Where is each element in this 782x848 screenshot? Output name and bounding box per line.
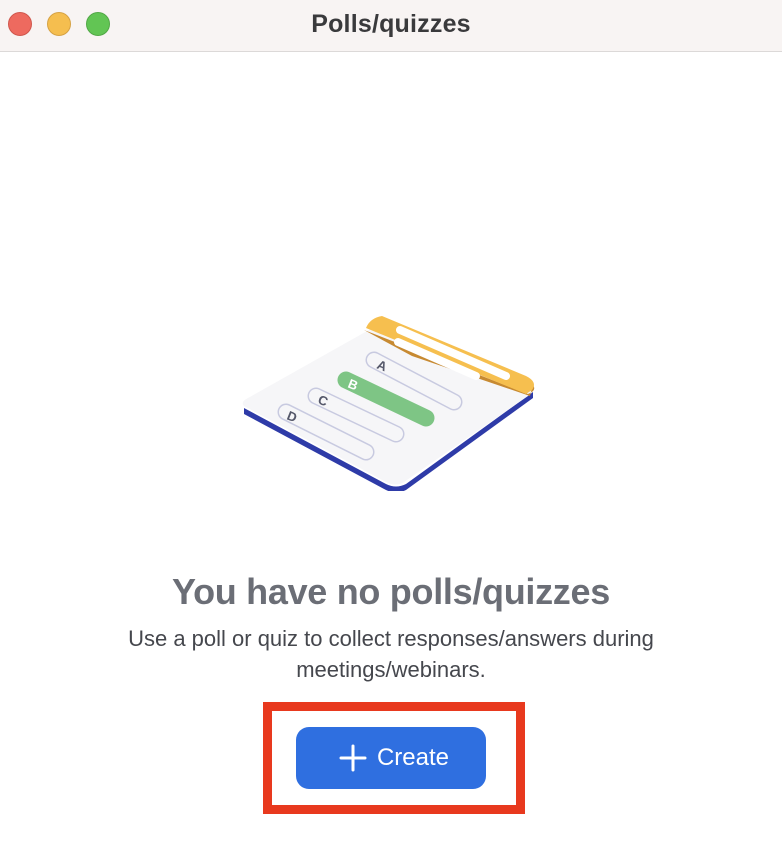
empty-state-description: Use a poll or quiz to collect responses/… <box>128 626 654 682</box>
window-title: Polls/quizzes <box>311 10 471 38</box>
polls-quizzes-window: Polls/quizzes A B C D You have no polls/… <box>0 0 782 848</box>
empty-state-title: You have no polls/quizzes <box>172 571 610 612</box>
title-bar: Polls/quizzes <box>0 0 782 52</box>
poll-quiz-card-illustration: A B C D <box>242 316 535 491</box>
create-button[interactable]: Create <box>296 727 486 789</box>
plus-icon <box>339 744 367 772</box>
create-button-label: Create <box>376 744 450 771</box>
